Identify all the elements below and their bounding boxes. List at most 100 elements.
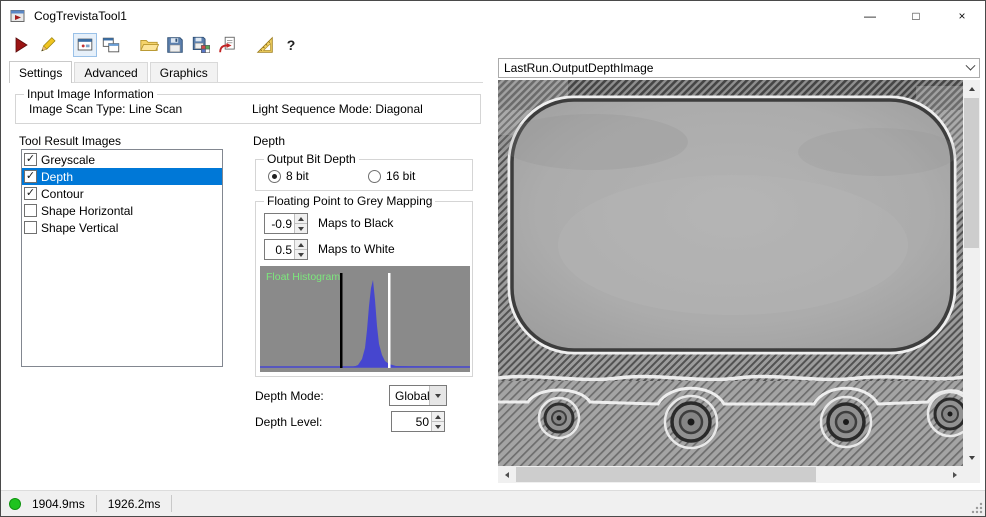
- tab-divider: [9, 82, 483, 83]
- spin-down-icon[interactable]: [295, 223, 307, 233]
- scroll-down-button[interactable]: [963, 449, 980, 466]
- chevron-down-icon[interactable]: [429, 386, 446, 405]
- depth-level-label: Depth Level:: [255, 415, 322, 429]
- image-selector[interactable]: LastRun.OutputDepthImage: [498, 58, 980, 78]
- maps-to-white-input[interactable]: [264, 239, 308, 260]
- group-label: Input Image Information: [24, 87, 157, 101]
- depth-section-label: Depth: [253, 134, 285, 148]
- run-icon[interactable]: [9, 33, 33, 57]
- radio-8bit[interactable]: 8 bit: [268, 169, 309, 183]
- maps-to-white-label: Maps to White: [318, 242, 395, 256]
- spinner-buttons: [294, 214, 307, 233]
- window-controls: — □ ×: [847, 1, 985, 31]
- status-ok-icon: [9, 498, 21, 510]
- tab-settings[interactable]: Settings: [9, 61, 72, 83]
- light-sequence-mode-label: Light Sequence Mode: Diagonal: [252, 102, 423, 116]
- image-display-toggle-icon[interactable]: [73, 33, 97, 57]
- maps-to-black-input[interactable]: [264, 213, 308, 234]
- minimize-button[interactable]: —: [847, 1, 893, 31]
- scroll-right-button[interactable]: [946, 466, 963, 483]
- image-vertical-scrollbar[interactable]: [963, 80, 980, 466]
- checkbox-icon[interactable]: ✓: [24, 170, 37, 183]
- hole-feature-3: [821, 397, 871, 447]
- tool-result-images-label: Tool Result Images: [19, 134, 121, 148]
- image-horizontal-scrollbar[interactable]: [498, 466, 963, 483]
- hole-feature-1: [539, 398, 579, 438]
- spin-up-icon[interactable]: [432, 412, 444, 421]
- chevron-down-icon[interactable]: [962, 59, 979, 77]
- title-bar: CogTrevistaTool1 — □ ×: [1, 1, 985, 31]
- list-item-label: Greyscale: [41, 153, 95, 167]
- list-item-label: Shape Vertical: [41, 221, 118, 235]
- histogram-black-marker: [340, 273, 343, 368]
- group-label: Output Bit Depth: [264, 152, 359, 166]
- histogram-title: Float Histogram: [266, 271, 340, 283]
- spinner-buttons: [431, 412, 444, 431]
- list-item-shape-vertical[interactable]: Shape Vertical: [22, 219, 222, 236]
- maps-to-white-value[interactable]: [265, 240, 294, 259]
- electric-pencil-icon[interactable]: [35, 33, 59, 57]
- image-display[interactable]: [498, 80, 963, 466]
- radio-label: 16 bit: [386, 169, 415, 183]
- list-item-label: Depth: [41, 170, 73, 184]
- list-item-label: Contour: [41, 187, 84, 201]
- status-separator: [171, 495, 172, 512]
- checkbox-icon[interactable]: ✓: [24, 187, 37, 200]
- horizontal-scroll-thumb[interactable]: [516, 467, 816, 482]
- maps-to-black-value[interactable]: [265, 214, 294, 233]
- help-icon[interactable]: ?: [279, 33, 303, 57]
- list-item-contour[interactable]: ✓ Contour: [22, 185, 222, 202]
- radio-icon[interactable]: [268, 170, 281, 183]
- maps-to-black-label: Maps to Black: [318, 216, 393, 230]
- save-icon[interactable]: [163, 33, 187, 57]
- output-bit-depth-group: Output Bit Depth 8 bit 16 bit: [255, 159, 473, 191]
- list-item-depth[interactable]: ✓ Depth: [22, 168, 222, 185]
- depth-level-input[interactable]: [391, 411, 445, 432]
- checkbox-icon[interactable]: [24, 204, 37, 217]
- float-mapping-group: Floating Point to Grey Mapping Maps to B…: [255, 201, 473, 377]
- input-image-info-group: Input Image Information Image Scan Type:…: [15, 94, 481, 124]
- maximize-button[interactable]: □: [893, 1, 939, 31]
- scrollbar-corner: [963, 466, 980, 483]
- ruler-icon[interactable]: [253, 33, 277, 57]
- checkbox-icon[interactable]: [24, 221, 37, 234]
- histogram-white-marker: [388, 273, 391, 368]
- list-item-greyscale[interactable]: ✓ Greyscale: [22, 151, 222, 168]
- depth-image: [498, 80, 963, 466]
- app-icon: [10, 8, 26, 24]
- radio-16bit[interactable]: 16 bit: [368, 169, 415, 183]
- depth-mode-label: Depth Mode:: [255, 389, 324, 403]
- tab-graphics[interactable]: Graphics: [150, 62, 218, 82]
- float-histogram: Float Histogram: [260, 266, 470, 372]
- close-button[interactable]: ×: [939, 1, 985, 31]
- depth-level-value[interactable]: [392, 412, 431, 431]
- spinner-buttons: [294, 240, 307, 259]
- window-title: CogTrevistaTool1: [34, 9, 127, 23]
- float-image-window-icon[interactable]: [99, 33, 123, 57]
- tab-advanced[interactable]: Advanced: [74, 62, 147, 82]
- scroll-up-button[interactable]: [963, 80, 980, 97]
- checkbox-icon[interactable]: ✓: [24, 153, 37, 166]
- save-image-icon[interactable]: [189, 33, 213, 57]
- spin-down-icon[interactable]: [432, 421, 444, 431]
- radio-icon[interactable]: [368, 170, 381, 183]
- run-time: 1904.9ms: [21, 497, 96, 511]
- status-bar: 1904.9ms 1926.2ms: [1, 490, 985, 516]
- open-icon[interactable]: [137, 33, 161, 57]
- spin-up-icon[interactable]: [295, 240, 307, 249]
- scroll-left-button[interactable]: [498, 466, 515, 483]
- resize-grip[interactable]: [970, 501, 983, 514]
- import-image-icon[interactable]: [215, 33, 239, 57]
- spin-up-icon[interactable]: [295, 214, 307, 223]
- depth-mode-select[interactable]: Global: [389, 385, 447, 406]
- total-time: 1926.2ms: [97, 497, 172, 511]
- vertical-scroll-thumb[interactable]: [964, 98, 979, 248]
- list-item-label: Shape Horizontal: [41, 204, 133, 218]
- image-scan-type-label: Image Scan Type: Line Scan: [29, 102, 182, 116]
- tab-strip: Settings Advanced Graphics: [9, 62, 220, 82]
- list-item-shape-horizontal[interactable]: Shape Horizontal: [22, 202, 222, 219]
- depth-mode-value: Global: [390, 389, 429, 403]
- tool-result-list[interactable]: ✓ Greyscale ✓ Depth ✓ Contour Shape Horizontal…: [21, 149, 223, 367]
- spin-down-icon[interactable]: [295, 249, 307, 259]
- hole-feature-2: [665, 396, 717, 448]
